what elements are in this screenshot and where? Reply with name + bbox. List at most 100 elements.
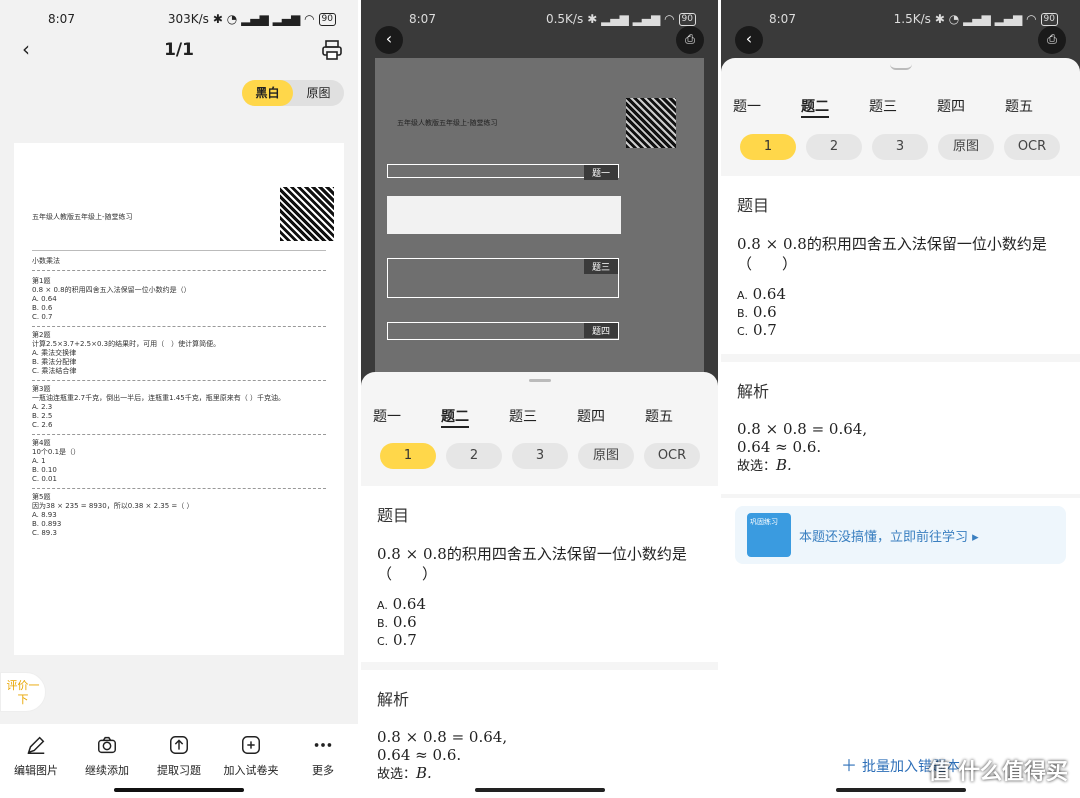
chip-3[interactable]: 3 — [512, 443, 568, 469]
preview-panel: 8:07 303K/s ✱ ◔ ▂▄▆ ▂▄▆ ◠ 90 ‹ 1/1 黑白 原图 五… — [0, 0, 358, 798]
option-a: A. 0.64 — [377, 595, 427, 613]
doc-opt: C. 2.6 — [32, 421, 53, 429]
status-time: 8:07 — [48, 12, 75, 26]
question-box-1[interactable]: 题一 — [387, 164, 619, 180]
scan-result-expanded-panel: 8:07 1.5K/s ✱ ◔ ▂▄▆ ▂▄▆ ◠ 90 ‹ ⎙ 题一 题二 题三 … — [721, 0, 1080, 798]
qr-code — [626, 98, 676, 148]
more-button[interactable]: 更多 — [293, 734, 353, 778]
doc-q-label: 第2题 — [32, 331, 51, 339]
doc-q-text: 因为38 × 235 = 8930，所以0.38 × 2.35 =（ ） — [32, 502, 194, 510]
option-c: C. 0.7 — [737, 321, 777, 339]
color-mode-toggle[interactable]: 黑白 原图 — [242, 80, 344, 106]
doc-opt: C. 89.3 — [32, 529, 57, 537]
tab-q3[interactable]: 题三 — [509, 406, 537, 426]
continue-add-button[interactable]: 继续添加 — [77, 734, 137, 778]
question-card: 题目 0.8 × 0.8的积用四舍五入法保留一位小数约是（ ） A. 0.64 … — [721, 176, 1080, 354]
status-bar: 8:07 1.5K/s ✱ ◔ ▂▄▆ ▂▄▆ ◠ 90 — [721, 10, 1080, 30]
bw-option[interactable]: 黑白 — [242, 80, 293, 106]
analysis-card: 解析 0.8 × 0.8 = 0.64, 0.64 ≈ 0.6. 故选：B. — [361, 670, 718, 798]
chip-1[interactable]: 1 — [740, 134, 796, 160]
home-indicator — [114, 788, 244, 792]
sheet-handle[interactable] — [528, 379, 551, 382]
question-card: 题目 0.8 × 0.8的积用四舍五入法保留一位小数约是（ ） A. 0.64 … — [361, 486, 718, 662]
tab-q2[interactable]: 题二 — [801, 96, 829, 118]
chip-3[interactable]: 3 — [872, 134, 928, 160]
doc-opt: C. 0.7 — [32, 313, 53, 321]
doc-q-label: 第5题 — [32, 493, 51, 501]
tab-q4[interactable]: 题四 — [937, 96, 965, 116]
analysis-line-2: 0.64 ≈ 0.6. — [377, 746, 462, 764]
selected-question-highlight[interactable] — [387, 196, 621, 234]
analysis-heading: 解析 — [737, 382, 770, 401]
question-box-3[interactable]: 题三 — [387, 258, 619, 298]
chip-row: 1 2 3 原图 OCR — [721, 134, 1080, 162]
doc-opt: A. 8.93 — [32, 511, 57, 519]
doc-q-text: 计算2.5×3.7+2.5×0.3的结果时，可用（ ）使计算简便。 — [32, 340, 221, 348]
chip-ocr[interactable]: OCR — [1004, 134, 1060, 160]
chip-1[interactable]: 1 — [380, 443, 436, 469]
extract-icon — [170, 736, 188, 754]
question-box-4[interactable]: 题四 — [387, 322, 619, 340]
chip-2[interactable]: 2 — [806, 134, 862, 160]
original-option[interactable]: 原图 — [293, 80, 344, 106]
chip-original[interactable]: 原图 — [938, 134, 994, 160]
scan-result-panel: 8:07 0.5K/s ✱ ▂▄▆ ▂▄▆ ◠ 90 五年级人教版五年级上-随堂练习… — [361, 0, 718, 798]
analysis-line-1: 0.8 × 0.8 = 0.64, — [377, 728, 508, 746]
chip-ocr[interactable]: OCR — [644, 443, 700, 469]
doc-q-text: 一瓶油连瓶重2.7千克，倒出一半后，连瓶重1.45千克，瓶里原来有（ ）千克油。 — [32, 394, 285, 402]
tab-q1[interactable]: 题一 — [373, 406, 401, 426]
status-time: 8:07 — [769, 12, 796, 26]
back-button[interactable]: ‹ — [735, 26, 763, 54]
analysis-line-3: 故选：B. — [377, 764, 432, 782]
doc-opt: A. 1 — [32, 457, 46, 465]
doc-opt: B. 乘法分配律 — [32, 358, 77, 366]
chevron-down-icon[interactable] — [889, 64, 912, 70]
option-b: B. 0.6 — [737, 303, 777, 321]
doc-opt: B. 0.893 — [32, 520, 62, 528]
add-to-folder-button[interactable]: 加入试卷夹 — [221, 734, 281, 778]
camera-icon — [98, 736, 116, 754]
analysis-line-2: 0.64 ≈ 0.6. — [737, 438, 822, 456]
signal-icons: ✱ ◔ ▂▄▆ ▂▄▆ ◠ — [934, 12, 1037, 26]
doc-opt: A. 2.3 — [32, 403, 53, 411]
analysis-line-3: 故选：B. — [737, 456, 792, 474]
plus-icon: ＋ — [840, 756, 863, 775]
scanned-photo: 五年级人教版五年级上-随堂练习 题一 题三 题四 — [375, 58, 704, 378]
analysis-line-1: 0.8 × 0.8 = 0.64, — [737, 420, 868, 438]
printer-icon[interactable]: ⎙ — [1038, 26, 1066, 54]
option-c: C. 0.7 — [377, 631, 417, 649]
tab-q2[interactable]: 题二 — [441, 406, 469, 428]
question-text: 0.8 × 0.8的积用四舍五入法保留一位小数约是（ ） — [737, 235, 1047, 273]
tab-q5[interactable]: 题五 — [645, 406, 673, 426]
extract-questions-button[interactable]: 提取习题 — [149, 734, 209, 778]
status-bar: 8:07 303K/s ✱ ◔ ▂▄▆ ▂▄▆ ◠ 90 — [0, 10, 358, 30]
tab-q5[interactable]: 题五 — [1005, 96, 1033, 116]
edit-image-button[interactable]: 编辑图片 — [6, 734, 66, 778]
feedback-button[interactable]: 评价一下 — [0, 672, 46, 712]
chip-original[interactable]: 原图 — [578, 443, 634, 469]
option-a: A. 0.64 — [737, 285, 787, 303]
add-folder-icon — [242, 736, 260, 754]
tab-q1[interactable]: 题一 — [733, 96, 761, 116]
tab-q4[interactable]: 题四 — [577, 406, 605, 426]
doc-q-label: 第1题 — [32, 277, 51, 285]
doc-q-label: 第3题 — [32, 385, 51, 393]
doc-opt: B. 0.10 — [32, 466, 57, 474]
doc-opt: C. 0.01 — [32, 475, 57, 483]
question-sheet: 题一 题二 题三 题四 题五 1 2 3 原图 OCR 题目 0.8 × 0.8… — [361, 372, 718, 798]
home-indicator — [835, 788, 966, 792]
printer-icon[interactable] — [320, 38, 344, 62]
chip-2[interactable]: 2 — [446, 443, 502, 469]
battery-icon: 90 — [678, 12, 696, 26]
bottom-toolbar: 编辑图片 继续添加 提取习题 加入试卷夹 更多 — [0, 724, 358, 798]
printer-icon[interactable]: ⎙ — [676, 26, 704, 54]
top-bar: ‹ 1/1 — [0, 34, 358, 68]
promo-thumbnail: 巩固练习 — [747, 513, 791, 557]
tab-q3[interactable]: 题三 — [869, 96, 897, 116]
study-promo-banner[interactable]: 巩固练习 本题还没搞懂，立即前往学习 ▸ — [735, 506, 1066, 564]
question-sheet: 题一 题二 题三 题四 题五 1 2 3 原图 OCR 题目 0.8 × 0.8… — [721, 58, 1080, 798]
analysis-heading: 解析 — [377, 690, 410, 709]
back-button[interactable]: ‹ — [375, 26, 403, 54]
doc-opt: A. 乘法交换律 — [32, 349, 77, 357]
promo-text: 本题还没搞懂，立即前往学习 ▸ — [799, 530, 979, 545]
